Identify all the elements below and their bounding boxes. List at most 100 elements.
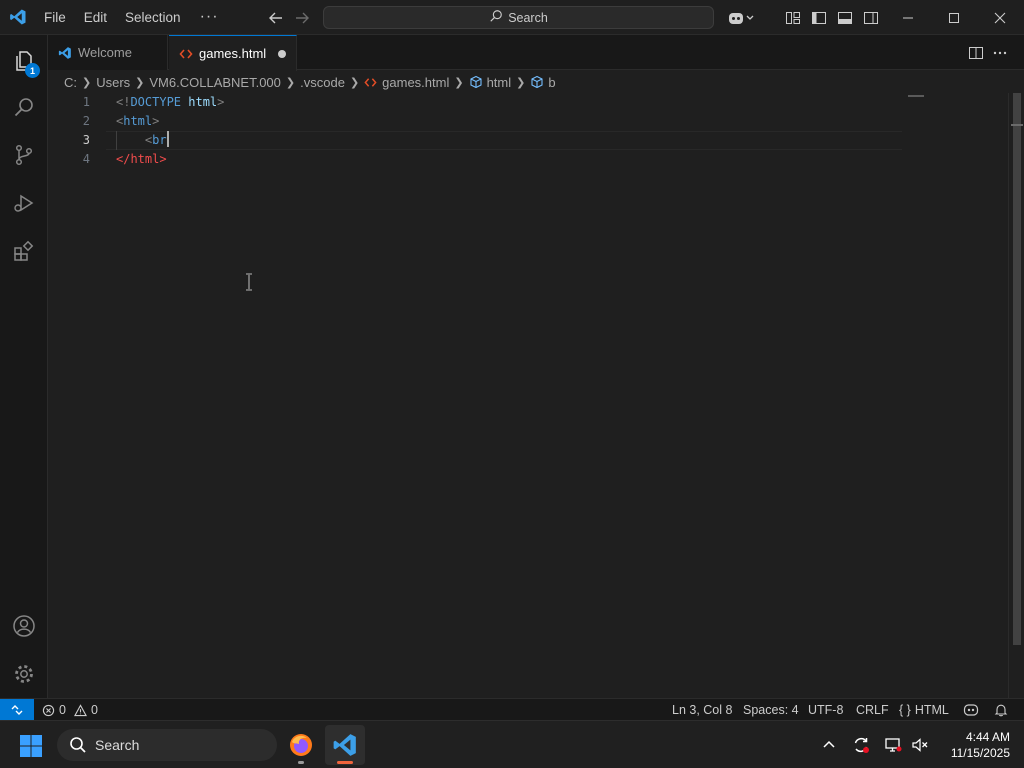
menu-edit[interactable]: Edit	[75, 0, 116, 35]
breadcrumb-item: html	[486, 74, 512, 90]
taskbar-search-label: Search	[95, 737, 140, 753]
copilot-icon[interactable]	[725, 8, 757, 28]
code-line[interactable]: 4 </html>	[48, 150, 898, 169]
back-arrow-icon[interactable]	[266, 8, 286, 28]
explorer-icon[interactable]: 1	[0, 37, 48, 85]
code-token: html	[123, 114, 153, 128]
scrollbar-thumb[interactable]	[1013, 93, 1021, 645]
breadcrumb-file[interactable]: games.html	[364, 75, 449, 90]
tab-games-html[interactable]: games.html	[169, 35, 297, 71]
customize-layout-icon[interactable]	[783, 8, 803, 28]
volume-muted-icon[interactable]	[910, 735, 930, 755]
taskbar-search[interactable]: Search	[57, 729, 277, 761]
minimap[interactable]	[908, 95, 924, 97]
code-line-current[interactable]: 3 <br	[48, 131, 898, 150]
encoding[interactable]: UTF-8	[808, 699, 843, 721]
vscode-taskbar-icon[interactable]	[325, 725, 365, 765]
code-editor[interactable]: 1 <!DOCTYPE html> 2 <html> 3 <br 4 </htm…	[48, 93, 1008, 698]
tab-welcome[interactable]: Welcome	[48, 35, 168, 70]
code-token: DOCTYPE	[130, 95, 182, 109]
line-content: <!DOCTYPE html>	[116, 93, 224, 112]
code-line[interactable]: 2 <html>	[48, 112, 898, 131]
menu-more-button[interactable]: ···	[190, 8, 229, 26]
menu-selection[interactable]: Selection	[116, 0, 190, 35]
breadcrumb-symbol-html[interactable]: html	[469, 74, 512, 90]
more-actions-icon[interactable]	[990, 43, 1010, 63]
breadcrumb-item: games.html	[382, 74, 450, 90]
app-active-indicator	[337, 761, 353, 764]
remote-indicator-icon[interactable]	[0, 699, 34, 721]
code-line[interactable]: 1 <!DOCTYPE html>	[48, 93, 898, 112]
settings-gear-icon[interactable]	[0, 650, 48, 698]
accounts-icon[interactable]	[0, 602, 48, 650]
line-number: 4	[82, 152, 90, 166]
problems-indicator[interactable]: 0 0	[42, 699, 98, 721]
toggle-secondary-sidebar-icon[interactable]	[861, 8, 881, 28]
unsaved-dot-icon[interactable]	[278, 50, 286, 58]
notifications-bell-icon[interactable]	[994, 699, 1008, 721]
tab-label: games.html	[199, 46, 267, 61]
sync-icon[interactable]	[851, 735, 871, 755]
code-token: html	[130, 152, 160, 166]
breadcrumb-item[interactable]: Users	[96, 75, 130, 90]
search-sidebar-icon[interactable]	[0, 83, 48, 131]
run-debug-icon[interactable]	[0, 179, 48, 227]
code-token: >	[159, 152, 167, 166]
firefox-icon[interactable]	[281, 725, 321, 765]
warning-icon	[73, 703, 87, 716]
indentation[interactable]: Spaces: 4	[743, 699, 799, 721]
command-center-label: Search	[508, 10, 548, 25]
html-file-icon	[364, 77, 377, 87]
status-bar: 0 0 Ln 3, Col 8 Spaces: 4 UTF-8 CRLF { }…	[0, 698, 1024, 721]
line-ending[interactable]: CRLF	[856, 699, 889, 721]
chevron-up-icon[interactable]	[819, 735, 839, 755]
symbol-cube-icon	[531, 75, 543, 89]
error-icon	[42, 704, 55, 716]
chevron-right-icon: ❯	[82, 76, 92, 89]
breadcrumb: C: ❯ Users ❯ VM6.COLLABNET.000 ❯ .vscode…	[48, 71, 1008, 93]
forward-arrow-icon[interactable]	[292, 8, 312, 28]
code-token: html	[181, 95, 218, 109]
line-number: 2	[82, 114, 90, 128]
vscode-logo-icon	[58, 46, 72, 60]
source-control-icon[interactable]	[0, 131, 48, 179]
breadcrumb-symbol-b[interactable]: b	[530, 74, 556, 90]
menu-file[interactable]: File	[35, 0, 75, 35]
warning-count: 0	[90, 703, 98, 717]
chevron-right-icon: ❯	[516, 76, 526, 89]
code-token: <!	[116, 95, 131, 109]
command-center-search[interactable]: Search	[323, 6, 714, 29]
copilot-status-icon[interactable]	[963, 699, 979, 721]
code-token: br	[152, 133, 167, 147]
breadcrumb-item: b	[548, 74, 556, 90]
minimize-icon[interactable]	[885, 0, 931, 35]
windows-taskbar: Search 4:44 AM 11/15/2025	[0, 720, 1024, 768]
text-caret	[166, 131, 169, 147]
split-editor-icon[interactable]	[966, 43, 986, 63]
extensions-icon[interactable]	[0, 227, 48, 275]
language-mode[interactable]: { } HTML	[899, 699, 949, 721]
cursor-position[interactable]: Ln 3, Col 8	[672, 699, 732, 721]
chevron-right-icon: ❯	[135, 76, 145, 89]
close-icon[interactable]	[977, 0, 1023, 35]
windows-start-icon[interactable]	[19, 734, 43, 758]
breadcrumb-item[interactable]: VM6.COLLABNET.000	[149, 75, 281, 90]
braces-icon: { }	[899, 703, 911, 717]
toggle-panel-icon[interactable]	[835, 8, 855, 28]
toggle-primary-sidebar-icon[interactable]	[809, 8, 829, 28]
system-clock[interactable]: 4:44 AM 11/15/2025	[938, 729, 1010, 761]
chevron-right-icon: ❯	[454, 76, 464, 89]
chevron-right-icon: ❯	[285, 76, 296, 89]
breadcrumb-item[interactable]: .vscode	[300, 75, 345, 90]
line-number: 1	[82, 95, 90, 109]
tab-label: Welcome	[78, 45, 132, 60]
search-icon	[70, 737, 86, 753]
breadcrumb-item[interactable]: C:	[64, 75, 77, 90]
text-cursor-ibeam-icon	[244, 273, 254, 291]
title-bar: File Edit Selection ··· Search	[0, 0, 1024, 35]
maximize-icon[interactable]	[931, 0, 977, 35]
line-content: </html>	[116, 150, 167, 169]
display-icon[interactable]	[883, 735, 903, 755]
clock-date: 11/15/2025	[950, 746, 1010, 760]
